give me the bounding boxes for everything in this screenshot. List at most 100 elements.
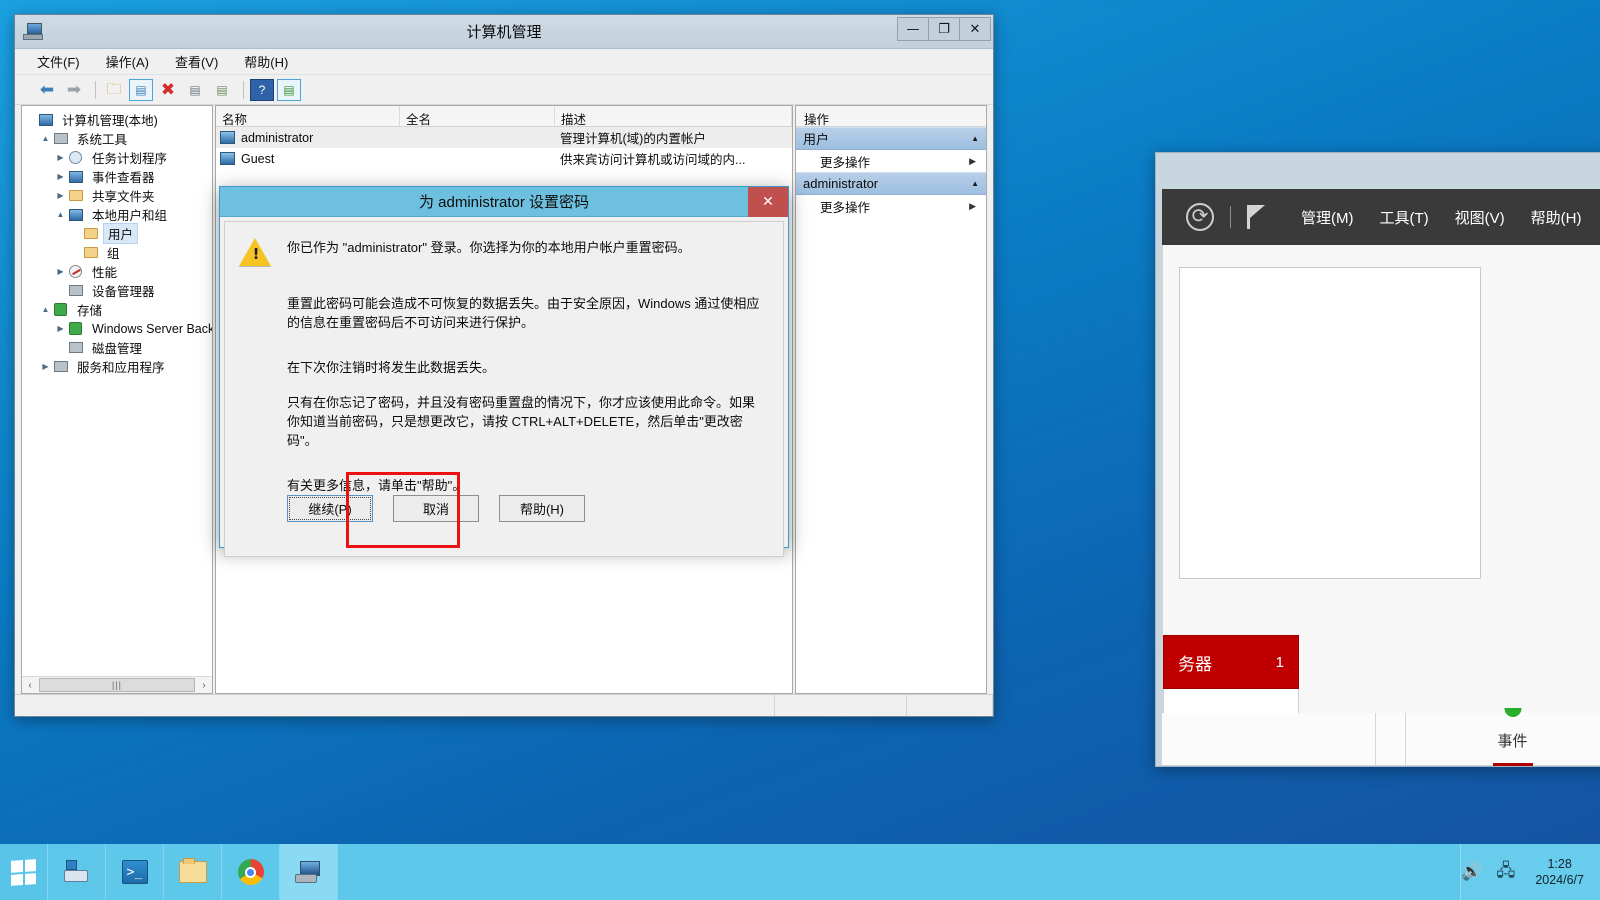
set-password-dialog[interactable]: 为 administrator 设置密码 ✕ ! 你已作为 "administr…	[219, 186, 789, 557]
tree-item-8[interactable]: ▶ 性能	[24, 262, 212, 281]
tree-item-7[interactable]: 组	[24, 243, 212, 262]
tree-item-0[interactable]: 计算机管理(本地)	[24, 110, 212, 129]
maximize-button[interactable]: ❐	[928, 17, 960, 41]
toolbar[interactable]: ⬅ ➡ 🗀 ▤ ✖ ▤ ▤ ? ▤	[15, 75, 993, 105]
dialog-buttons[interactable]: 继续(P) 取消 帮助(H)	[239, 495, 765, 522]
scroll-left-icon[interactable]: ‹	[22, 678, 38, 693]
tree-item-6[interactable]: 用户	[24, 223, 212, 244]
taskbar[interactable]: >_ 🔊 🖧 1:28 2024/6/7	[0, 844, 1600, 900]
clock-icon	[67, 150, 84, 165]
tree-scrollbar-thumb[interactable]: |||	[39, 678, 195, 692]
tree-item-11[interactable]: ▶ Windows Server Back	[24, 319, 212, 338]
action-more-actions-users[interactable]: 更多操作 ▶	[796, 150, 986, 172]
windows-start-icon[interactable]	[0, 844, 48, 900]
action-label: 更多操作	[820, 155, 871, 170]
column-header-description[interactable]: 描述	[555, 106, 792, 126]
column-header-name[interactable]: 名称	[216, 106, 400, 126]
tree-item-2[interactable]: ▶ 任务计划程序	[24, 148, 212, 167]
expand-icon[interactable]: ▶	[54, 153, 67, 162]
taskbar-server-manager[interactable]	[48, 844, 106, 900]
cancel-button[interactable]: 取消	[393, 495, 479, 522]
tree-item-13[interactable]: ▶ 服务和应用程序	[24, 357, 212, 376]
server-manager-titlebar[interactable]: — ❐ ✕	[1162, 159, 1600, 189]
expand-icon[interactable]: ▶	[54, 191, 67, 200]
cell-name: administrator	[241, 130, 314, 145]
actions-group-administrator[interactable]: administrator ▲	[796, 172, 986, 195]
taskbar-file-explorer[interactable]	[164, 844, 222, 900]
tree-item-10[interactable]: ▲ 存储	[24, 300, 212, 319]
help-icon[interactable]: ?	[250, 78, 274, 101]
volume-icon[interactable]: 🔊	[1461, 862, 1482, 882]
collapse-icon[interactable]: ▲	[54, 210, 67, 219]
tree-item-4[interactable]: ▶ 共享文件夹	[24, 186, 212, 205]
servers-alert-tile[interactable]: 务器 1	[1163, 635, 1299, 689]
export-list-icon[interactable]: ▤	[210, 79, 234, 101]
menu-action[interactable]: 操作(A)	[106, 52, 149, 71]
menu-bar[interactable]: 文件(F) 操作(A) 查看(V) 帮助(H)	[15, 49, 993, 75]
collapse-icon[interactable]: ▲	[39, 134, 52, 143]
collapse-icon[interactable]: ▲	[39, 305, 52, 314]
tree-item-9[interactable]: 设备管理器	[24, 281, 212, 300]
console-tree-pane[interactable]: 计算机管理(本地) ▲ 系统工具 ▶ 任务计划程序 ▶ 事件查看器 ▶ 共享文件夹 ▲ 本地用户和组…	[21, 105, 213, 694]
dialog-titlebar[interactable]: 为 administrator 设置密码 ✕	[220, 187, 788, 217]
forward-arrow-icon[interactable]: ➡	[62, 79, 86, 101]
list-column-headers[interactable]: 名称 全名 描述	[216, 106, 792, 127]
minimize-button[interactable]: —	[897, 17, 929, 41]
chevron-up-icon[interactable]: ▲	[971, 179, 979, 188]
delete-icon[interactable]: ✖	[156, 79, 180, 101]
tree-horizontal-scrollbar[interactable]: ‹ ||| ›	[22, 676, 212, 693]
table-row[interactable]: administrator 管理计算机(域)的内置帐户	[216, 127, 792, 148]
up-folder-icon[interactable]: 🗀	[102, 79, 126, 101]
chevron-up-icon[interactable]: ▲	[971, 134, 979, 143]
expand-icon[interactable]: ▶	[54, 172, 67, 181]
tree-item-1[interactable]: ▲ 系统工具	[24, 129, 212, 148]
properties-icon[interactable]: ▤	[183, 79, 207, 101]
events-tile-1[interactable]: 事件	[1406, 708, 1600, 766]
menu-file[interactable]: 文件(F)	[37, 52, 80, 71]
tree-item-12[interactable]: 磁盘管理	[24, 338, 212, 357]
menu-view[interactable]: 查看(V)	[175, 52, 218, 71]
back-arrow-icon[interactable]: ⬅	[35, 79, 59, 101]
continue-button[interactable]: 继续(P)	[287, 495, 373, 522]
column-header-fullname[interactable]: 全名	[400, 106, 555, 126]
menu-help[interactable]: 帮助(H)	[244, 52, 288, 71]
tree-item-label: Windows Server Back	[92, 321, 212, 336]
menu-help[interactable]: 帮助(H)	[1531, 207, 1582, 228]
notifications-flag-icon[interactable]	[1247, 205, 1265, 229]
clock[interactable]: 1:28 2024/6/7	[1529, 856, 1590, 888]
close-button[interactable]: ✕	[959, 17, 991, 41]
servers-alert-label: 务器	[1178, 654, 1212, 674]
help-button[interactable]: 帮助(H)	[499, 495, 585, 522]
expand-icon[interactable]: ▶	[54, 324, 67, 333]
system-tray[interactable]: 🔊 🖧 1:28 2024/6/7	[1460, 844, 1600, 900]
server-manager-window[interactable]: — ❐ ✕ 管理(M) 工具(T) 视图(V) 帮助(H) 隐藏 务器 1 ▲	[1155, 152, 1600, 767]
tree-item-5[interactable]: ▲ 本地用户和组	[24, 205, 212, 224]
action-label: 更多操作	[820, 200, 871, 215]
taskbar-powershell[interactable]: >_	[106, 844, 164, 900]
tree-item-label: 系统工具	[77, 133, 128, 147]
dialog-close-button[interactable]: ✕	[748, 187, 788, 217]
computer-management-titlebar[interactable]: 计算机管理 — ❐ ✕	[15, 15, 993, 49]
console-tree[interactable]: 计算机管理(本地) ▲ 系统工具 ▶ 任务计划程序 ▶ 事件查看器 ▶ 共享文件夹 ▲ 本地用户和组…	[22, 106, 212, 676]
actions-pane[interactable]: 操作 用户 ▲ 更多操作 ▶ administrator ▲ 更多操作 ▶	[795, 105, 987, 694]
dialog-body: ! 你已作为 "administrator" 登录。你选择为你的本地用户帐户重置…	[224, 221, 784, 557]
window-controls[interactable]: — ❐ ✕	[897, 17, 991, 41]
menu-tools[interactable]: 工具(T)	[1380, 207, 1429, 228]
scroll-right-icon[interactable]: ›	[196, 678, 212, 693]
expand-icon[interactable]: ▶	[39, 362, 52, 371]
show-hide-tree-icon[interactable]: ▤	[129, 78, 153, 101]
menu-view[interactable]: 视图(V)	[1455, 207, 1505, 228]
action-more-actions-administrator[interactable]: 更多操作 ▶	[796, 195, 986, 217]
actions-group-users[interactable]: 用户 ▲	[796, 127, 986, 150]
show-action-pane-icon[interactable]: ▤	[277, 78, 301, 101]
refresh-icon[interactable]	[1186, 203, 1214, 231]
users-list[interactable]: administrator 管理计算机(域)的内置帐户 Guest 供来宾访问计算机或…	[216, 127, 792, 169]
table-row[interactable]: Guest 供来宾访问计算机或访问域的内...	[216, 148, 792, 169]
taskbar-chrome[interactable]	[222, 844, 280, 900]
network-icon[interactable]: 🖧	[1496, 858, 1515, 887]
server-manager-menu[interactable]: 管理(M) 工具(T) 视图(V) 帮助(H)	[1301, 207, 1600, 228]
menu-manage[interactable]: 管理(M)	[1301, 207, 1354, 228]
tree-item-3[interactable]: ▶ 事件查看器	[24, 167, 212, 186]
taskbar-computer-management[interactable]	[280, 844, 338, 900]
expand-icon[interactable]: ▶	[54, 267, 67, 276]
